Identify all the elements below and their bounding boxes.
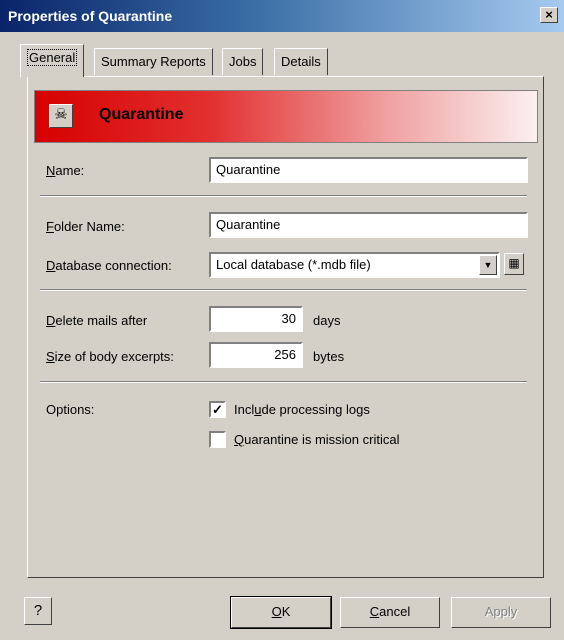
separator xyxy=(40,289,527,291)
tab-details[interactable]: Details xyxy=(274,48,328,75)
mission-critical-label[interactable]: Quarantine is mission critical xyxy=(234,432,399,447)
tab-general-label: General xyxy=(27,49,78,66)
database-properties-button[interactable]: ▦ xyxy=(504,253,524,275)
tab-summary-reports-label: Summary Reports xyxy=(101,54,206,69)
help-icon: ? xyxy=(33,602,43,619)
days-unit-label: days xyxy=(313,313,341,328)
window-title: Properties of Quarantine xyxy=(8,8,173,24)
body-excerpts-size-field[interactable]: 256 xyxy=(209,342,303,368)
tab-jobs-label: Jobs xyxy=(229,54,257,69)
tab-jobs[interactable]: Jobs xyxy=(222,48,264,75)
banner-title: Quarantine xyxy=(99,106,184,123)
name-field[interactable]: Quarantine xyxy=(209,157,528,183)
separator xyxy=(40,195,527,197)
name-label: Name: xyxy=(46,163,85,178)
tab-summary-reports[interactable]: Summary Reports xyxy=(94,48,213,75)
tab-general[interactable]: General xyxy=(20,44,85,77)
delete-mails-label: Delete mails after xyxy=(46,313,148,328)
skull-crossbones-icon: ☠ xyxy=(49,104,73,128)
properties-dialog: Properties of Quarantine × General Summa… xyxy=(0,0,564,640)
apply-button[interactable]: Apply xyxy=(451,597,551,628)
help-button[interactable]: ? xyxy=(24,597,52,625)
checkmark-icon: ✓ xyxy=(212,402,223,417)
mission-critical-checkbox[interactable] xyxy=(209,431,226,448)
tab-details-label: Details xyxy=(281,54,321,69)
chevron-down-icon[interactable]: ▼ xyxy=(479,255,497,275)
close-button[interactable]: × xyxy=(540,7,558,23)
title-bar[interactable]: Properties of Quarantine × xyxy=(0,0,564,32)
database-connection-select[interactable]: Local database (*.mdb file) xyxy=(209,252,500,278)
ok-button[interactable]: OK xyxy=(230,596,332,629)
bytes-unit-label: bytes xyxy=(313,349,345,364)
include-processing-logs-checkbox[interactable]: ✓ xyxy=(209,401,226,418)
quarantine-banner: ☠ Quarantine xyxy=(34,90,538,143)
delete-mails-days-field[interactable]: 30 xyxy=(209,306,303,332)
body-excerpts-label: Size of body excerpts: xyxy=(46,349,174,364)
folder-name-label: Folder Name: xyxy=(46,219,125,234)
options-label: Options: xyxy=(46,402,95,417)
include-processing-logs-label[interactable]: Include processing logs xyxy=(234,402,370,417)
separator xyxy=(40,381,527,383)
folder-name-field[interactable]: Quarantine xyxy=(209,212,528,238)
database-connection-label: Database connection: xyxy=(46,258,172,273)
cancel-button[interactable]: Cancel xyxy=(340,597,440,628)
